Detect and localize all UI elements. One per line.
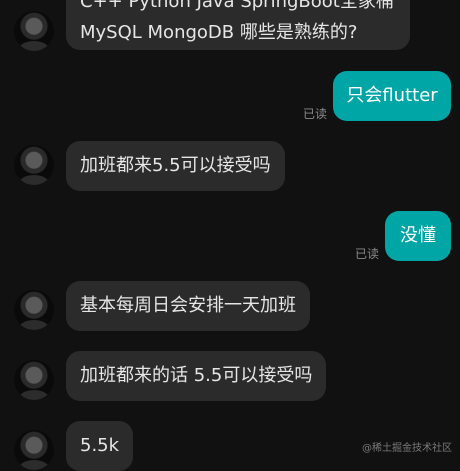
avatar[interactable] [14, 430, 54, 470]
message-bubble[interactable]: 基本每周日会安排一天加班 [66, 281, 310, 331]
message-text: MySQL MongoDB 哪些是熟练的? [80, 22, 358, 43]
avatar[interactable] [14, 11, 54, 51]
avatar[interactable] [14, 290, 54, 330]
read-receipt: 已读 [303, 107, 328, 121]
avatar[interactable] [14, 145, 54, 185]
message-bubble[interactable]: 没懂 [385, 211, 451, 261]
message-text: C++ Python Java SpringBoot全家桶 [80, 0, 394, 12]
read-receipt: 已读 [355, 247, 380, 261]
avatar[interactable] [14, 360, 54, 400]
message-bubble[interactable]: 5.5k [66, 421, 134, 471]
message-bubble[interactable]: C++ Python Java SpringBoot全家桶 MySQL Mong… [66, 0, 410, 50]
message-bubble[interactable]: 加班都来5.5可以接受吗 [66, 141, 285, 191]
message-bubble[interactable]: 只会flutter [333, 71, 451, 121]
message-bubble[interactable]: 加班都来的话 5.5可以接受吗 [66, 351, 327, 401]
watermark: @稀土掘金技术社区 [362, 443, 452, 454]
